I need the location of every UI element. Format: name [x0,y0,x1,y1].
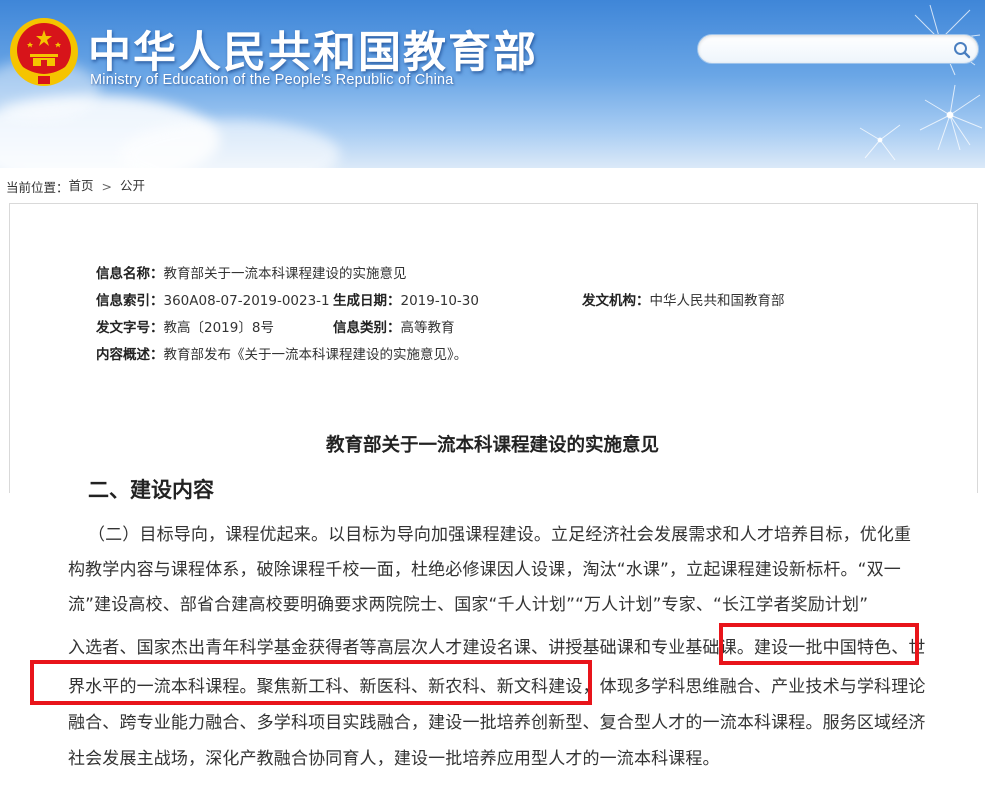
meta-docno-row: 发文字号：教高〔2019〕8号 [96,316,274,336]
meta-issuer-row: 发文机构：中华人民共和国教育部 [582,289,785,309]
site-subtitle: Ministry of Education of the People's Re… [90,72,454,88]
body-line: 入选者、国家杰出青年科学基金获得者等高层次人才建设名课、讲授基础课和专业基础课。… [68,638,926,658]
meta-docno-label: 发文字号： [96,320,164,336]
breadcrumb-home-link[interactable]: 首页 [69,178,94,193]
search-box [697,34,979,64]
meta-date-label: 生成日期： [333,293,401,309]
body-line: 界水平的一流本科课程。聚焦新工科、新医科、新农科、新文科建设，体现多学科思维融合… [68,677,926,697]
body-line: 构教学内容与课程体系，破除课程千校一面，杜绝必修课因人设课，淘汰“水课”，立起课… [68,560,901,580]
meta-docno-value: 教高〔2019〕8号 [163,320,274,336]
meta-issuer-value: 中华人民共和国教育部 [649,293,785,309]
section-heading: 二、建设内容 [88,478,214,502]
meta-issuer-label: 发文机构： [582,293,650,309]
meta-summary-value: 教育部发布《关于一流本科课程建设的实施意见》。 [163,347,468,363]
dandelion-decoration-icon [859,4,983,161]
breadcrumb-public-link[interactable]: 公开 [120,178,145,193]
meta-category-value: 高等教育 [400,320,455,336]
meta-name-row: 信息名称：教育部关于一流本科课程建设的实施意见 [96,262,407,282]
meta-category-label: 信息类别： [333,320,401,336]
meta-date-row: 生成日期：2019-10-30 [333,289,479,309]
body-line: 社会发展主战场，深化产教融合协同育人，建设一批培养应用型人才的一流本科课程。 [68,749,720,769]
meta-index-row: 信息索引：360A08-07-2019-0023-1 [96,289,330,309]
meta-index-value: 360A08-07-2019-0023-1 [163,293,330,309]
breadcrumb-separator-icon: > [101,179,113,194]
search-input[interactable] [708,39,942,61]
meta-index-label: 信息索引： [96,293,164,309]
body-line: （二）目标导向，课程优起来。以目标为导向加强课程建设。立足经济社会发展需求和人才… [88,525,912,545]
breadcrumb: 当前位置：首页 > 公开 [6,175,145,195]
meta-summary-label: 内容概述： [96,347,164,363]
meta-date-value: 2019-10-30 [400,293,479,309]
search-icon[interactable] [952,40,972,60]
meta-name-value: 教育部关于一流本科课程建设的实施意见 [163,266,407,282]
meta-summary-row: 内容概述：教育部发布《关于一流本科课程建设的实施意见》。 [96,343,467,363]
body-line: 流”建设高校、部省合建高校要明确要求两院院士、国家“千人计划”“万人计划”专家、… [68,595,869,615]
site-header: 中华人民共和国教育部 Ministry of Education of the … [0,0,985,168]
document-title: 教育部关于一流本科课程建设的实施意见 [325,435,659,456]
meta-name-label: 信息名称： [96,266,164,282]
national-emblem-icon [10,18,78,86]
meta-category-row: 信息类别：高等教育 [333,316,455,336]
breadcrumb-prefix: 当前位置： [6,180,69,195]
site-title: 中华人民共和国教育部 [88,28,538,78]
body-line: 融合、跨专业能力融合、多学科项目实践融合，建设一批培养创新型、复合型人才的一流本… [68,713,926,733]
